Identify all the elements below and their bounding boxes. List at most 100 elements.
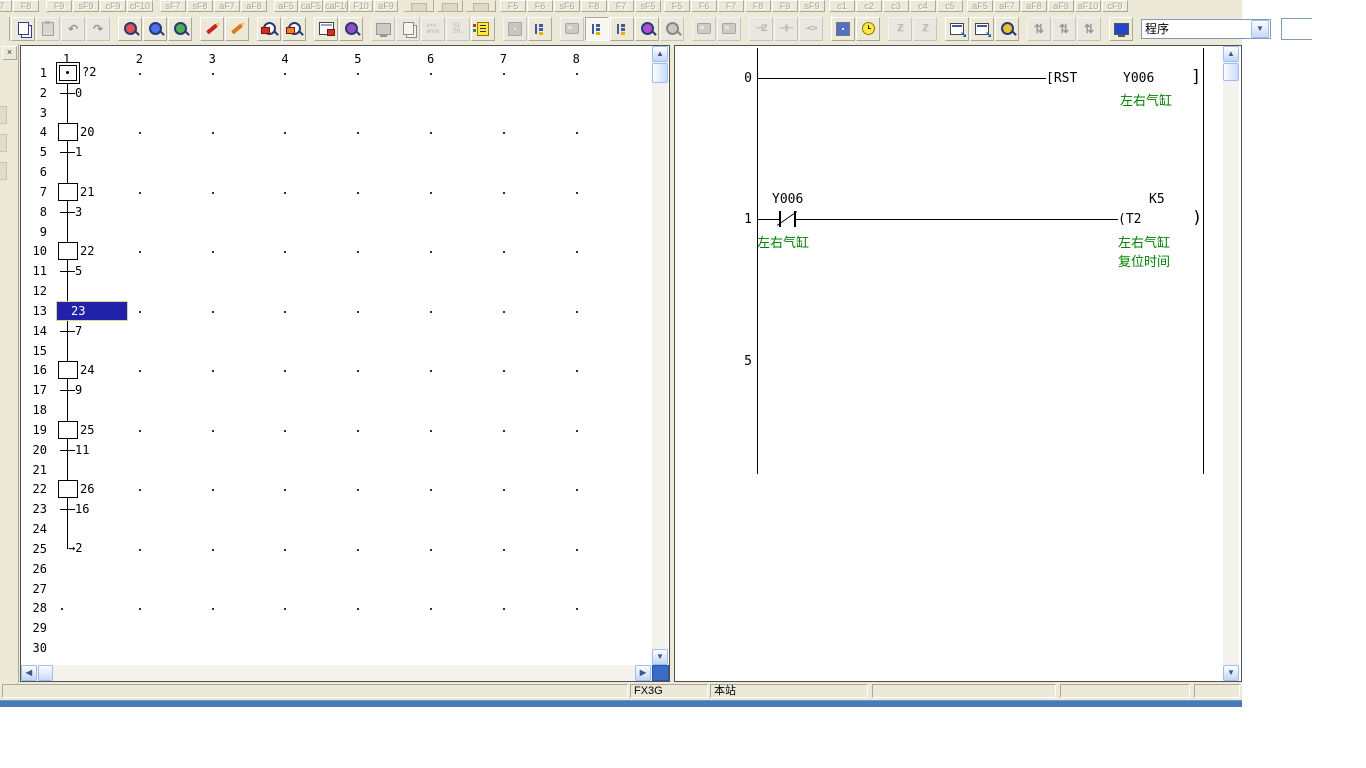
find-window-button[interactable] [995, 17, 1019, 41]
sfc-step[interactable] [58, 361, 78, 379]
fkey-button-f10[interactable]: F10 [349, 0, 373, 12]
fkey-button-af8[interactable]: aF8 [241, 0, 267, 12]
fkey-button-cf9[interactable]: cF9 [1102, 0, 1128, 12]
rst-instruction[interactable]: [RST [1046, 71, 1077, 86]
split-window-button[interactable] [314, 17, 338, 41]
sfc-step[interactable] [58, 183, 78, 201]
fkey-button-caf10[interactable]: caF10 [324, 0, 348, 12]
fkey-button-sf9[interactable]: sF9 [73, 0, 99, 12]
timer-coil[interactable]: (T2 [1118, 212, 1141, 227]
device-memory-button[interactable] [831, 17, 855, 41]
fkey-button-f7[interactable]: F7 [608, 0, 634, 12]
fkey-button-sf9[interactable]: sF9 [799, 0, 825, 12]
fkey-button-af10[interactable]: aF10 [1075, 0, 1101, 12]
fkey-button-sf7[interactable]: sF7 [160, 0, 186, 12]
fkey-button-c4[interactable]: c4 [910, 0, 936, 12]
sfc-step[interactable] [58, 421, 78, 439]
sfc-step[interactable] [58, 123, 78, 141]
scroll-down-icon[interactable]: ▼ [652, 649, 668, 665]
sfc-jump[interactable]: →2 [68, 541, 82, 555]
sfc-transition[interactable] [60, 450, 75, 451]
fkey-button-af9[interactable]: aF9 [374, 0, 398, 12]
zoom-area-button[interactable] [257, 17, 281, 41]
sfc-vscrollbar[interactable] [652, 46, 668, 666]
scroll-right-icon[interactable]: ▶ [635, 665, 651, 681]
sfc-transition[interactable] [60, 271, 75, 272]
clock-setup-button[interactable] [856, 17, 880, 41]
sfc-transition[interactable] [60, 93, 75, 94]
scrollbar-corner-box[interactable] [652, 665, 669, 681]
fkey-button-af7[interactable]: aF7 [994, 0, 1020, 12]
copy-button[interactable] [11, 17, 35, 41]
fkey-button-f8[interactable]: F8 [13, 0, 39, 12]
fkey-button-c5[interactable]: c5 [937, 0, 963, 12]
sfc-step[interactable] [58, 242, 78, 260]
read-mode-button[interactable] [585, 17, 609, 41]
block-sort-button[interactable] [528, 17, 552, 41]
scroll-down-icon[interactable]: ▼ [1223, 665, 1239, 681]
rung-number: 0 [722, 71, 752, 86]
fkey-button-c2[interactable]: c2 [856, 0, 882, 12]
sfc-transition[interactable] [60, 212, 75, 213]
write-mode-button[interactable] [610, 17, 634, 41]
coil-comment-1: 左右气缸 [1118, 232, 1170, 251]
fkey-button-cf10[interactable]: cF10 [127, 0, 153, 12]
open-window-1-button[interactable] [945, 17, 969, 41]
find-device-button[interactable] [143, 17, 167, 41]
sfc-step[interactable] [58, 480, 78, 498]
find-replace-button[interactable] [168, 17, 192, 41]
sfc-transition[interactable] [60, 331, 75, 332]
fkey-button-c3[interactable]: c3 [883, 0, 909, 12]
block-list-button[interactable] [471, 17, 495, 41]
sfc-transition[interactable] [60, 152, 75, 153]
fkey-button-sf5[interactable]: sF5 [635, 0, 661, 12]
ladder-vscrollbar[interactable] [1223, 46, 1239, 682]
fkey-button-f7[interactable]: F7 [718, 0, 744, 12]
fkey-button-f6[interactable]: F6 [527, 0, 553, 12]
fkey-button-f7[interactable]: F7 [0, 0, 12, 12]
sfc-transition[interactable] [60, 509, 75, 510]
fkey-button-f9[interactable]: F9 [772, 0, 798, 12]
fkey-button-af7[interactable]: aF7 [214, 0, 240, 12]
scroll-up-icon[interactable]: ▲ [1223, 46, 1239, 62]
sfc-initial-step[interactable] [56, 62, 80, 84]
program-combo[interactable]: 程序▼ [1141, 19, 1271, 39]
fkey-button-caf5[interactable]: caF5 [299, 0, 323, 12]
scroll-left-icon[interactable]: ◀ [21, 665, 37, 681]
fkey-button-f9[interactable]: F9 [46, 0, 72, 12]
find-button[interactable] [118, 17, 142, 41]
ladder-vscroll-thumb[interactable] [1223, 63, 1239, 81]
circuit-preview-button[interactable] [339, 17, 363, 41]
sfc-hscroll-thumb[interactable] [38, 665, 53, 681]
fkey-button-f5[interactable]: F5 [664, 0, 690, 12]
fkey-button-af9[interactable]: aF9 [1048, 0, 1074, 12]
fkey-button-af8[interactable]: aF8 [1021, 0, 1047, 12]
comment-display-button[interactable] [1109, 17, 1133, 41]
fkey-button-c1[interactable]: c1 [829, 0, 855, 12]
insert-pencil-button[interactable] [225, 17, 249, 41]
close-icon[interactable]: × [2, 46, 17, 60]
fkey-button-af5[interactable]: aF5 [274, 0, 298, 12]
fkey-button-f8[interactable]: F8 [581, 0, 607, 12]
zoom-part-button[interactable] [282, 17, 306, 41]
write-pencil-button[interactable] [200, 17, 224, 41]
fkey-button-af5[interactable]: aF5 [967, 0, 993, 12]
fkey-button-f5[interactable]: F5 [500, 0, 526, 12]
rst-device[interactable]: Y006 [1123, 71, 1154, 86]
fkey-button-sf8[interactable]: sF8 [187, 0, 213, 12]
chevron-down-icon[interactable]: ▼ [1251, 20, 1269, 38]
fkey-button-f8[interactable]: F8 [745, 0, 771, 12]
sfc-vscroll-thumb[interactable] [652, 63, 668, 83]
scroll-up-icon[interactable]: ▲ [652, 46, 668, 62]
device-search-box[interactable] [1281, 18, 1312, 40]
fkey-button-cf9[interactable]: cF9 [100, 0, 126, 12]
sfc-step-selected[interactable]: 23 [57, 302, 127, 320]
fkey-button-f6[interactable]: F6 [691, 0, 717, 12]
nc-contact-icon[interactable] [779, 211, 781, 227]
sfc-transition[interactable] [60, 390, 75, 391]
monitor-mode-button[interactable] [635, 17, 659, 41]
sfc-hscrollbar[interactable] [21, 665, 652, 681]
open-window-2-button[interactable] [970, 17, 994, 41]
sfc-column-header: 2 [136, 52, 143, 66]
fkey-button-sf6[interactable]: sF6 [554, 0, 580, 12]
